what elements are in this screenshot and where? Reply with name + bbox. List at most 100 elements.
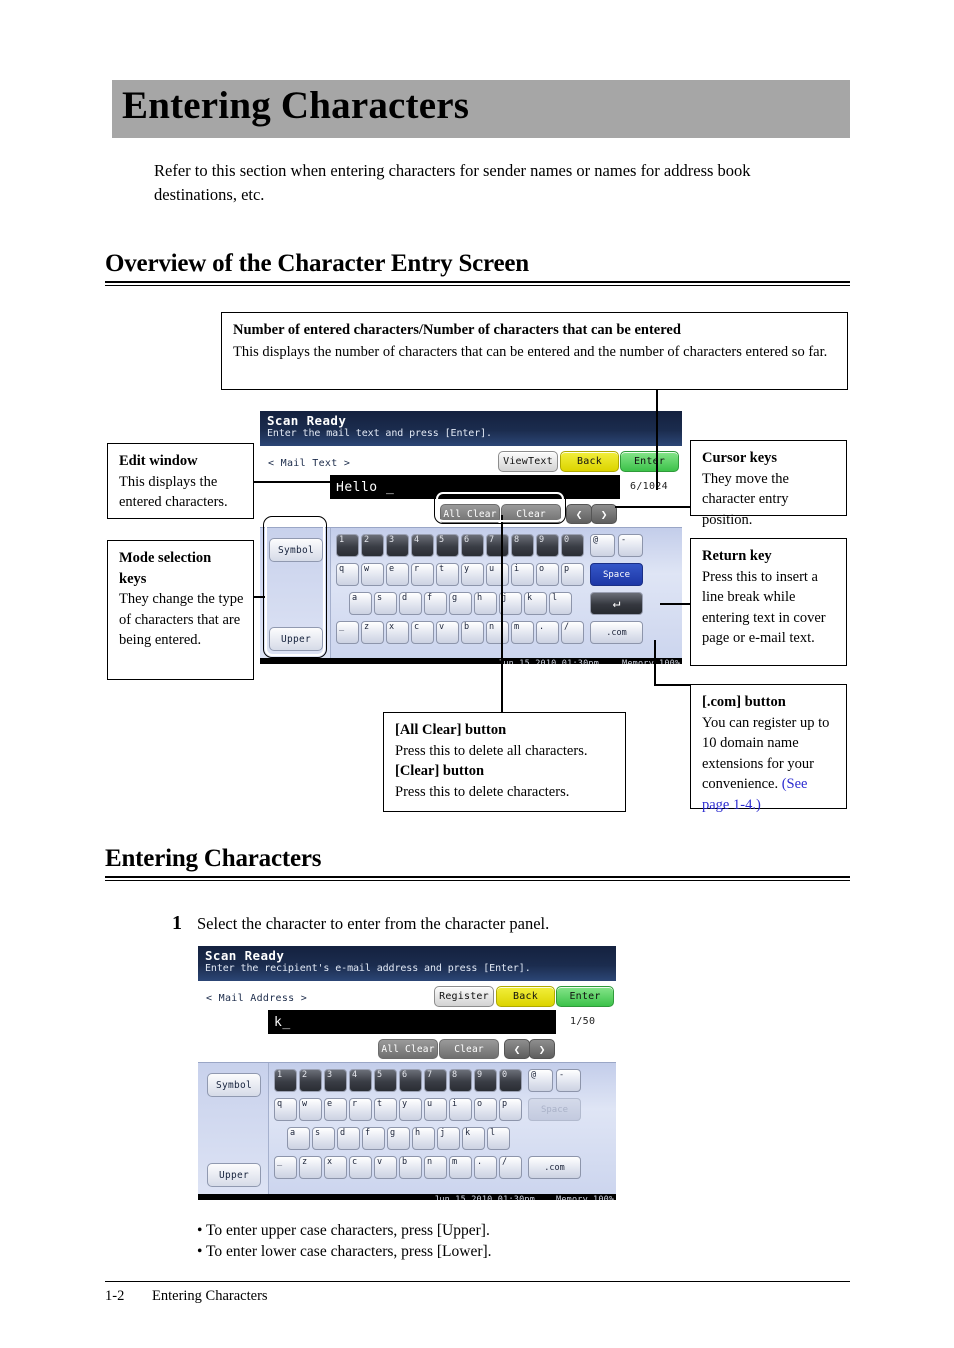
lcd-screen-mail-text[interactable]: Scan Ready Enter the mail text and press… [260,411,682,664]
lcd2-key-hyphen[interactable]: - [556,1069,581,1092]
lcd2-cursor-left-button[interactable]: ❮ [504,1039,530,1059]
lcd2-key-p[interactable]: p [499,1098,522,1121]
lcd2-key-l[interactable]: l [487,1127,510,1150]
lcd2-key-y[interactable]: y [399,1098,422,1121]
lcd1-key-slash[interactable]: / [561,621,584,644]
lcd1-key-q[interactable]: q [336,563,359,586]
lcd1-space-key[interactable]: Space [590,563,643,586]
lcd1-key-1[interactable]: 1 [336,534,359,557]
lcd1-all-clear-button[interactable]: All Clear [440,504,500,524]
lcd2-register-button[interactable]: Register [434,986,494,1007]
lcd2-key-1[interactable]: 1 [274,1069,297,1092]
lcd1-key-f[interactable]: f [424,592,447,615]
lcd1-upper-button[interactable]: Upper [269,627,323,651]
lcd2-key-f[interactable]: f [362,1127,385,1150]
lcd2-key-t[interactable]: t [374,1098,397,1121]
lcd2-key-n[interactable]: n [424,1156,447,1179]
lcd2-key-e[interactable]: e [324,1098,347,1121]
lcd1-key-e[interactable]: e [386,563,409,586]
lcd2-key-z[interactable]: z [299,1156,322,1179]
lcd2-key-j[interactable]: j [437,1127,460,1150]
lcd2-key-3[interactable]: 3 [324,1069,347,1092]
lcd1-key-k[interactable]: k [524,592,547,615]
lcd2-key-b[interactable]: b [399,1156,422,1179]
lcd1-key-b[interactable]: b [461,621,484,644]
lcd2-dotcom-key[interactable]: .com [528,1156,581,1179]
lcd2-key-q[interactable]: q [274,1098,297,1121]
lcd1-viewtext-button[interactable]: ViewText [498,451,558,472]
lcd2-key-6[interactable]: 6 [399,1069,422,1092]
lcd1-key-r[interactable]: r [411,563,434,586]
lcd2-key-i[interactable]: i [449,1098,472,1121]
lcd2-key-x[interactable]: x [324,1156,347,1179]
lcd1-key-6[interactable]: 6 [461,534,484,557]
lcd2-key-d[interactable]: d [337,1127,360,1150]
lcd2-key-period[interactable]: . [474,1156,497,1179]
lcd1-enter-button[interactable]: Enter [620,451,679,472]
lcd1-cursor-left-button[interactable]: ❮ [566,504,592,524]
lcd1-key-period[interactable]: . [536,621,559,644]
lcd1-key-8[interactable]: 8 [511,534,534,557]
lcd2-key-m[interactable]: m [449,1156,472,1179]
lcd2-key-w[interactable]: w [299,1098,322,1121]
lcd1-key-s[interactable]: s [374,592,397,615]
lcd1-key-m[interactable]: m [511,621,534,644]
lcd2-all-clear-button[interactable]: All Clear [378,1039,438,1059]
lcd1-return-key[interactable]: ↵ [590,592,643,615]
lcd2-key-4[interactable]: 4 [349,1069,372,1092]
lcd2-key-5[interactable]: 5 [374,1069,397,1092]
lcd1-symbol-button[interactable]: Symbol [269,538,323,562]
lcd2-key-a[interactable]: a [287,1127,310,1150]
lcd2-key-0[interactable]: 0 [499,1069,522,1092]
lcd1-key-l[interactable]: l [549,592,572,615]
lcd2-key-g[interactable]: g [387,1127,410,1150]
lcd2-key-k[interactable]: k [462,1127,485,1150]
lcd1-key-z[interactable]: z [361,621,384,644]
lcd1-key-h[interactable]: h [474,592,497,615]
lcd2-upper-button[interactable]: Upper [207,1163,261,1187]
lcd-screen-mail-address[interactable]: Scan Ready Enter the recipient's e-mail … [198,946,616,1200]
lcd1-key-g[interactable]: g [449,592,472,615]
lcd1-cursor-right-button[interactable]: ❯ [591,504,617,524]
lcd2-key-slash[interactable]: / [499,1156,522,1179]
lcd2-key-h[interactable]: h [412,1127,435,1150]
lcd1-key-i[interactable]: i [511,563,534,586]
lcd2-edit-window[interactable]: k_ [268,1010,556,1034]
lcd1-key-5[interactable]: 5 [436,534,459,557]
lcd1-key-x[interactable]: x [386,621,409,644]
lcd2-key-o[interactable]: o [474,1098,497,1121]
lcd1-key-d[interactable]: d [399,592,422,615]
lcd1-key-v[interactable]: v [436,621,459,644]
lcd1-key-4[interactable]: 4 [411,534,434,557]
lcd2-key-r[interactable]: r [349,1098,372,1121]
lcd1-key-w[interactable]: w [361,563,384,586]
lcd2-key-9[interactable]: 9 [474,1069,497,1092]
lcd1-key-u[interactable]: u [486,563,509,586]
lcd1-edit-window[interactable]: Hello _ [330,475,620,499]
lcd2-key-8[interactable]: 8 [449,1069,472,1092]
lcd2-key-v[interactable]: v [374,1156,397,1179]
lcd2-key-7[interactable]: 7 [424,1069,447,1092]
lcd2-key-c[interactable]: c [349,1156,372,1179]
lcd2-cursor-right-button[interactable]: ❯ [529,1039,555,1059]
lcd2-enter-button[interactable]: Enter [556,986,614,1007]
lcd1-clear-button[interactable]: Clear [501,504,561,524]
lcd1-key-2[interactable]: 2 [361,534,384,557]
lcd1-key-p[interactable]: p [561,563,584,586]
lcd2-symbol-button[interactable]: Symbol [207,1073,261,1097]
lcd2-back-button[interactable]: Back [496,986,555,1007]
lcd2-clear-button[interactable]: Clear [439,1039,499,1059]
lcd1-key-c[interactable]: c [411,621,434,644]
lcd1-key-hyphen[interactable]: - [618,534,643,557]
lcd1-key-0[interactable]: 0 [561,534,584,557]
lcd1-key-a[interactable]: a [349,592,372,615]
lcd1-key-underscore[interactable]: _ [336,621,359,644]
lcd2-key-u[interactable]: u [424,1098,447,1121]
lcd1-back-button[interactable]: Back [560,451,619,472]
lcd1-key-t[interactable]: t [436,563,459,586]
lcd2-key-s[interactable]: s [312,1127,335,1150]
lcd1-dotcom-key[interactable]: .com [590,621,643,644]
lcd1-key-y[interactable]: y [461,563,484,586]
lcd2-key-underscore[interactable]: _ [274,1156,297,1179]
lcd1-key-7[interactable]: 7 [486,534,509,557]
